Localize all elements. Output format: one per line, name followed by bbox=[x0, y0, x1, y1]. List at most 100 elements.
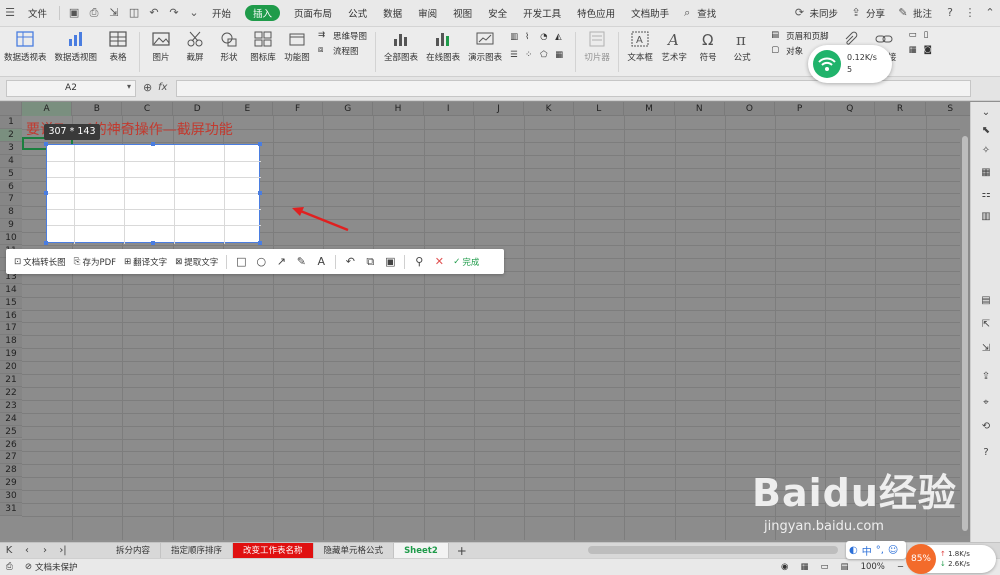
zoom-icon[interactable]: ⊕ bbox=[143, 81, 152, 94]
row-header[interactable]: 6 bbox=[0, 180, 22, 194]
comment-icon[interactable]: ✎ bbox=[897, 7, 909, 19]
resize-handle-n[interactable] bbox=[151, 142, 155, 146]
row-header[interactable]: 9 bbox=[0, 219, 22, 233]
backup-icon[interactable]: ⇪ bbox=[979, 370, 993, 384]
ime-toolbar[interactable]: ◐ 中 °, ☺ bbox=[846, 541, 906, 559]
share-panel-icon[interactable]: ⇱ bbox=[979, 318, 993, 332]
style-icon[interactable]: ✧ bbox=[979, 144, 993, 158]
redo-icon[interactable]: ↷ bbox=[168, 7, 180, 19]
share-icon[interactable]: ⇪ bbox=[850, 7, 862, 19]
slicer-button[interactable]: 切片器 bbox=[580, 30, 614, 63]
camera-icon[interactable]: ◙ bbox=[924, 45, 936, 57]
formula-button[interactable]: π 公式 bbox=[725, 30, 759, 63]
textbox-button[interactable]: A 文本框 bbox=[623, 30, 657, 63]
save-pdf-button[interactable]: ⎘ 存为PDF bbox=[70, 256, 120, 268]
arrow-tool-icon[interactable]: ↗ bbox=[273, 254, 289, 270]
export-icon[interactable]: ⇲ bbox=[108, 7, 120, 19]
undo-icon[interactable]: ↶ bbox=[148, 7, 160, 19]
column-header[interactable]: S bbox=[926, 102, 970, 116]
history-icon[interactable]: ⟲ bbox=[979, 420, 993, 434]
chart-icon[interactable]: ▥ bbox=[979, 210, 993, 224]
row-header[interactable]: 28 bbox=[0, 464, 22, 478]
column-header[interactable]: R bbox=[875, 102, 926, 116]
zoom-level[interactable]: 100% bbox=[855, 562, 891, 572]
row-header[interactable]: 2 bbox=[0, 128, 22, 142]
translate-button[interactable]: ⊞ 翻译文字 bbox=[120, 256, 171, 268]
qrcode-icon[interactable]: ▦ bbox=[909, 45, 921, 57]
expand-sidebar-icon[interactable]: ⌄ bbox=[979, 106, 993, 120]
help-icon[interactable]: ? bbox=[944, 7, 956, 19]
copy-icon[interactable]: ⧉ bbox=[362, 254, 378, 270]
extract-text-button[interactable]: ⊠ 提取文字 bbox=[171, 256, 222, 268]
tab-home[interactable]: 开始 bbox=[204, 6, 239, 20]
tab-view[interactable]: 视图 bbox=[445, 6, 480, 20]
add-sheet-icon[interactable]: + bbox=[449, 544, 475, 558]
undo-icon[interactable]: ↶ bbox=[342, 254, 358, 270]
collapse-ribbon-icon[interactable]: ⌃ bbox=[984, 7, 996, 19]
form-icon[interactable]: ▤ bbox=[979, 294, 993, 308]
row-header[interactable]: 25 bbox=[0, 425, 22, 439]
name-box[interactable]: A2 bbox=[6, 80, 136, 97]
export-panel-icon[interactable]: ⇲ bbox=[979, 342, 993, 356]
row-header[interactable]: 29 bbox=[0, 477, 22, 491]
all-charts-button[interactable]: 全部图表 bbox=[380, 30, 422, 63]
column-header[interactable]: K bbox=[524, 102, 575, 116]
flowchart-button[interactable]: ⧈ 流程图 bbox=[318, 45, 367, 57]
picture-button[interactable]: 图片 bbox=[144, 30, 178, 63]
location-icon[interactable]: ⌖ bbox=[979, 396, 993, 410]
file-menu[interactable]: 文件 bbox=[20, 6, 55, 20]
fx-button[interactable]: fx bbox=[158, 82, 167, 93]
column-header[interactable]: O bbox=[725, 102, 775, 116]
column-header[interactable]: N bbox=[675, 102, 725, 116]
last-sheet-icon[interactable]: ›| bbox=[54, 545, 72, 556]
row-header[interactable]: 22 bbox=[0, 386, 22, 400]
network-speed-widget[interactable]: 0.12K/s 5 bbox=[808, 45, 892, 83]
column-header[interactable]: E bbox=[223, 102, 273, 116]
sync-status[interactable]: 未同步 bbox=[809, 6, 846, 20]
first-sheet-icon[interactable]: K bbox=[0, 545, 18, 556]
page-break-icon[interactable]: ▤ bbox=[835, 562, 855, 572]
column-header[interactable]: D bbox=[173, 102, 223, 116]
sync-icon[interactable]: ⟳ bbox=[793, 7, 805, 19]
row-header[interactable]: 24 bbox=[0, 412, 22, 426]
tab-formulas[interactable]: 公式 bbox=[340, 6, 375, 20]
line-chart-icon[interactable]: ⌇ bbox=[525, 32, 537, 44]
row-header[interactable]: 15 bbox=[0, 296, 22, 310]
pen-tool-icon[interactable]: ✎ bbox=[293, 254, 309, 270]
screenshot-capture-region[interactable] bbox=[46, 144, 261, 244]
resize-handle-sw[interactable] bbox=[44, 241, 48, 245]
row-header[interactable]: 10 bbox=[0, 232, 22, 245]
column-header[interactable]: C bbox=[122, 102, 173, 116]
row-header[interactable]: 14 bbox=[0, 283, 22, 297]
column-header[interactable]: Q bbox=[825, 102, 876, 116]
comment-button[interactable]: 批注 bbox=[913, 6, 940, 20]
document-protection[interactable]: ⊘ 文档未保护 bbox=[19, 561, 84, 573]
barcode-icon[interactable]: ▯ bbox=[924, 30, 936, 42]
scroll-thumb[interactable] bbox=[962, 136, 968, 531]
done-button[interactable]: ✓ 完成 bbox=[449, 256, 483, 268]
resize-handle-se[interactable] bbox=[258, 241, 262, 245]
tab-page-layout[interactable]: 页面布局 bbox=[286, 6, 340, 20]
page-layout-icon[interactable]: ▭ bbox=[815, 562, 835, 572]
vertical-scrollbar[interactable] bbox=[960, 116, 970, 536]
sheet-tab-active[interactable]: Sheet2 bbox=[394, 542, 449, 559]
save-icon[interactable]: ▣ bbox=[68, 7, 80, 19]
emoji-icon[interactable]: ☺ bbox=[888, 545, 898, 556]
resize-handle-e[interactable] bbox=[258, 191, 262, 195]
column-header[interactable]: P bbox=[775, 102, 826, 116]
sheet-tab-highlighted[interactable]: 改变工作表名称 bbox=[233, 542, 314, 559]
next-sheet-icon[interactable]: › bbox=[36, 545, 54, 556]
resize-handle-ne[interactable] bbox=[258, 142, 262, 146]
radar-chart-icon[interactable]: ⬠ bbox=[540, 50, 552, 62]
print-preview-icon[interactable]: ◫ bbox=[128, 7, 140, 19]
table-style-icon[interactable]: ▦ bbox=[979, 166, 993, 180]
share-button[interactable]: 分享 bbox=[866, 6, 893, 20]
search-button[interactable]: 查找 bbox=[697, 6, 724, 20]
row-header[interactable]: 1 bbox=[0, 116, 22, 129]
signature-icon[interactable]: ▭ bbox=[909, 30, 921, 42]
normal-view-icon[interactable]: ▦ bbox=[794, 562, 814, 572]
more-icon[interactable]: ⋮ bbox=[964, 7, 976, 19]
chevron-down-icon[interactable]: ⌄ bbox=[188, 7, 200, 19]
pie-chart-icon[interactable]: ◔ bbox=[540, 32, 552, 44]
row-header[interactable]: 3 bbox=[0, 141, 22, 155]
